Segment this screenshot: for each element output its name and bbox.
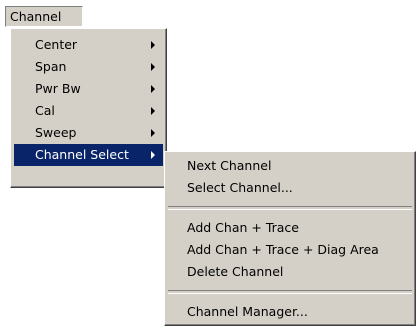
menu-item-label: Select Channel...	[187, 180, 293, 195]
menu-separator	[168, 206, 412, 210]
chevron-right-icon	[151, 85, 155, 93]
menu-item-channel-manager[interactable]: Channel Manager...	[168, 301, 412, 323]
chevron-right-icon	[151, 63, 155, 71]
menu-item-label: Channel Manager...	[187, 304, 308, 319]
channel-menu: Center Span Pwr Bw Cal Sweep Channel Sel…	[10, 28, 167, 188]
menu-item-label: Cal	[35, 103, 55, 118]
menu-item-label: Sweep	[35, 125, 77, 140]
menu-separator	[168, 290, 412, 294]
menu-item-label: Span	[35, 59, 67, 74]
menu-item-pwr-bw[interactable]: Pwr Bw	[14, 78, 163, 100]
menubar-item-channel[interactable]: Channel	[5, 6, 83, 27]
menu-item-select-channel[interactable]: Select Channel...	[168, 177, 412, 199]
channel-select-submenu: Next Channel Select Channel... Add Chan …	[164, 151, 416, 326]
menu-item-label: Add Chan + Trace	[187, 220, 299, 235]
menu-item-sweep[interactable]: Sweep	[14, 122, 163, 144]
menu-item-center[interactable]: Center	[14, 34, 163, 56]
chevron-right-icon	[151, 129, 155, 137]
menu-item-channel-select[interactable]: Channel Select	[14, 144, 163, 166]
menu-item-cal[interactable]: Cal	[14, 100, 163, 122]
chevron-right-icon	[151, 107, 155, 115]
menu-item-span[interactable]: Span	[14, 56, 163, 78]
menu-item-delete-channel[interactable]: Delete Channel	[168, 261, 412, 283]
menu-item-label: Channel Select	[35, 147, 129, 162]
menubar-item-channel-label: Channel	[10, 9, 62, 24]
menu-item-add-chan-trace[interactable]: Add Chan + Trace	[168, 217, 412, 239]
menu-item-next-channel[interactable]: Next Channel	[168, 155, 412, 177]
chevron-right-icon	[151, 151, 155, 159]
menu-item-label: Next Channel	[187, 158, 272, 173]
menu-item-label: Delete Channel	[187, 264, 284, 279]
chevron-right-icon	[151, 41, 155, 49]
menu-item-add-chan-trace-diag-area[interactable]: Add Chan + Trace + Diag Area	[168, 239, 412, 261]
menu-item-label: Center	[35, 37, 78, 52]
menu-item-label: Pwr Bw	[35, 81, 81, 96]
menu-item-label: Add Chan + Trace + Diag Area	[187, 242, 379, 257]
